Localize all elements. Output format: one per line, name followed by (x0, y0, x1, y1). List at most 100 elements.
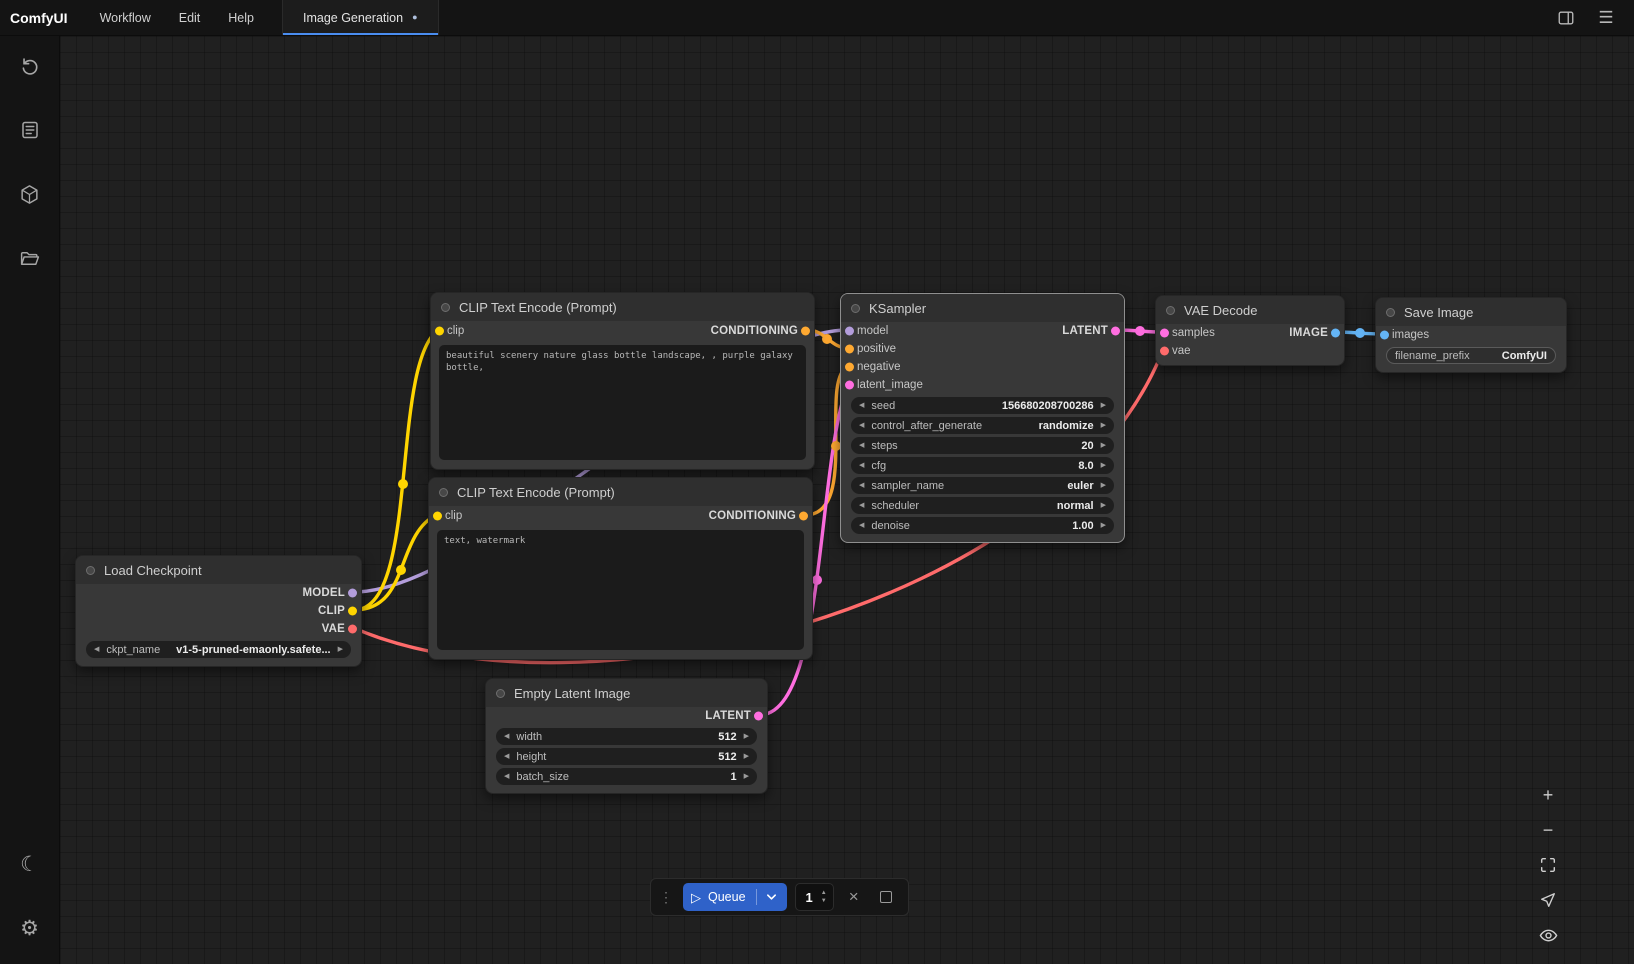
latent-output-port[interactable] (754, 712, 763, 721)
menu-edit[interactable]: Edit (165, 0, 215, 35)
node-vae-decode[interactable]: VAE Decode samples IMAGE vae (1155, 295, 1345, 366)
menu-workflow[interactable]: Workflow (86, 0, 165, 35)
clip-input-port[interactable] (435, 327, 444, 336)
positive-input-port[interactable] (845, 345, 854, 354)
batch-size-widget[interactable]: ◀ batch_size 1 ▶ (496, 768, 757, 785)
vae-output-port[interactable] (348, 625, 357, 634)
node-save-image[interactable]: Save Image images filename_prefix ComfyU… (1375, 297, 1567, 373)
node-header[interactable]: KSampler (841, 294, 1124, 322)
toggle-panel-icon[interactable] (1554, 6, 1578, 30)
collapse-dot-icon[interactable] (851, 304, 860, 313)
filename-prefix-widget[interactable]: filename_prefix ComfyUI (1386, 347, 1556, 364)
toggle-link-visibility-button[interactable] (1534, 922, 1562, 948)
height-widget[interactable]: ◀ height 512 ▶ (496, 748, 757, 765)
node-header[interactable]: Load Checkpoint (76, 556, 361, 584)
scheduler-widget[interactable]: ◀ scheduler normal ▶ (851, 497, 1114, 514)
collapse-dot-icon[interactable] (1166, 306, 1175, 315)
node-empty-latent-image[interactable]: Empty Latent Image LATENT ◀ width 512 ▶ … (485, 678, 768, 794)
increment-arrow-icon[interactable]: ▶ (1101, 422, 1106, 429)
node-clip-text-encode-positive[interactable]: CLIP Text Encode (Prompt) clip CONDITION… (430, 292, 815, 470)
drag-handle-icon[interactable]: ⋮ (657, 889, 675, 906)
cfg-widget[interactable]: ◀ cfg 8.0 ▶ (851, 457, 1114, 474)
decrement-arrow-icon[interactable]: ◀ (859, 402, 864, 409)
decrement-arrow-icon[interactable]: ◀ (504, 733, 509, 740)
increment-arrow-icon[interactable]: ▶ (1101, 522, 1106, 529)
tab-image-generation[interactable]: Image Generation ● (282, 0, 439, 35)
images-input-port[interactable] (1380, 331, 1389, 340)
collapse-dot-icon[interactable] (496, 689, 505, 698)
control-after-generate-widget[interactable]: ◀ control_after_generate randomize ▶ (851, 417, 1114, 434)
steps-widget[interactable]: ◀ steps 20 ▶ (851, 437, 1114, 454)
batch-count-input[interactable]: 1 ▲ ▼ (795, 883, 834, 911)
increment-arrow-icon[interactable]: ▶ (744, 753, 749, 760)
sidebar-queue-button[interactable] (16, 116, 44, 144)
increment-arrow-icon[interactable]: ▶ (1101, 482, 1106, 489)
decrement-arrow-icon[interactable]: ◀ (859, 522, 864, 529)
decrement-arrow-icon[interactable]: ◀ (504, 773, 509, 780)
node-header[interactable]: Empty Latent Image (486, 679, 767, 707)
model-output-port[interactable] (348, 589, 357, 598)
conditioning-output-port[interactable] (801, 327, 810, 336)
collapse-dot-icon[interactable] (441, 303, 450, 312)
stop-button[interactable] (874, 885, 898, 909)
collapse-dot-icon[interactable] (1386, 308, 1395, 317)
decrement-arrow-icon[interactable]: ◀ (94, 646, 99, 653)
prompt-textarea[interactable]: text, watermark (437, 530, 804, 650)
sidebar-models-button[interactable] (16, 180, 44, 208)
sidebar-workflows-button[interactable] (16, 244, 44, 272)
increment-arrow-icon[interactable]: ▶ (338, 646, 343, 653)
graph-canvas[interactable]: Load Checkpoint MODEL CLIP VAE ◀ ckpt_na… (60, 36, 1634, 964)
sidebar-history-button[interactable] (16, 52, 44, 80)
seed-widget[interactable]: ◀ seed 156680208700286 ▶ (851, 397, 1114, 414)
fit-view-button[interactable] (1534, 852, 1562, 878)
negative-input-port[interactable] (845, 363, 854, 372)
node-header[interactable]: CLIP Text Encode (Prompt) (431, 293, 814, 321)
node-ksampler[interactable]: KSampler model LATENT positive negative … (840, 293, 1125, 543)
increment-arrow-icon[interactable]: ▶ (744, 773, 749, 780)
node-clip-text-encode-negative[interactable]: CLIP Text Encode (Prompt) clip CONDITION… (428, 477, 813, 660)
collapse-dot-icon[interactable] (439, 488, 448, 497)
chevron-down-icon[interactable] (764, 893, 779, 901)
main-menu-icon[interactable]: ☰ (1594, 6, 1618, 30)
increment-arrow-icon[interactable]: ▶ (1101, 502, 1106, 509)
sampler-name-widget[interactable]: ◀ sampler_name euler ▶ (851, 477, 1114, 494)
decrement-arrow-icon[interactable]: ◀ (504, 753, 509, 760)
clip-output-port[interactable] (348, 607, 357, 616)
denoise-widget[interactable]: ◀ denoise 1.00 ▶ (851, 517, 1114, 534)
node-header[interactable]: VAE Decode (1156, 296, 1344, 324)
decrement-arrow-icon[interactable]: ◀ (859, 462, 864, 469)
conditioning-output-port[interactable] (799, 512, 808, 521)
app-logo[interactable]: ComfyUI (0, 0, 86, 35)
width-widget[interactable]: ◀ width 512 ▶ (496, 728, 757, 745)
ckpt-name-widget[interactable]: ◀ ckpt_name v1-5-pruned-emaonly.safete..… (86, 641, 351, 658)
increment-arrow-icon[interactable]: ▶ (744, 733, 749, 740)
increment-arrow-icon[interactable]: ▶ (1101, 442, 1106, 449)
theme-toggle-button[interactable]: ☾ (16, 850, 44, 878)
model-input-port[interactable] (845, 327, 854, 336)
menu-help[interactable]: Help (214, 0, 268, 35)
node-load-checkpoint[interactable]: Load Checkpoint MODEL CLIP VAE ◀ ckpt_na… (75, 555, 362, 667)
collapse-dot-icon[interactable] (86, 566, 95, 575)
decrement-arrow-icon[interactable]: ◀ (859, 422, 864, 429)
decrement-arrow-icon[interactable]: ◀ (859, 482, 864, 489)
decrement-batch-button[interactable]: ▼ (819, 897, 829, 905)
latent-output-port[interactable] (1111, 327, 1120, 336)
vae-input-port[interactable] (1160, 347, 1169, 356)
increment-batch-button[interactable]: ▲ (819, 889, 829, 897)
increment-arrow-icon[interactable]: ▶ (1101, 402, 1106, 409)
decrement-arrow-icon[interactable]: ◀ (859, 502, 864, 509)
samples-input-port[interactable] (1160, 329, 1169, 338)
clear-queue-button[interactable]: × (842, 885, 866, 909)
node-header[interactable]: Save Image (1376, 298, 1566, 326)
select-mode-button[interactable] (1534, 887, 1562, 913)
image-output-port[interactable] (1331, 329, 1340, 338)
clip-input-port[interactable] (433, 512, 442, 521)
latent-image-input-port[interactable] (845, 381, 854, 390)
decrement-arrow-icon[interactable]: ◀ (859, 442, 864, 449)
node-header[interactable]: CLIP Text Encode (Prompt) (429, 478, 812, 506)
increment-arrow-icon[interactable]: ▶ (1101, 462, 1106, 469)
zoom-in-button[interactable]: + (1534, 782, 1562, 808)
zoom-out-button[interactable]: − (1534, 817, 1562, 843)
prompt-textarea[interactable]: beautiful scenery nature glass bottle la… (439, 345, 806, 460)
queue-button[interactable]: ▷ Queue (683, 883, 787, 911)
